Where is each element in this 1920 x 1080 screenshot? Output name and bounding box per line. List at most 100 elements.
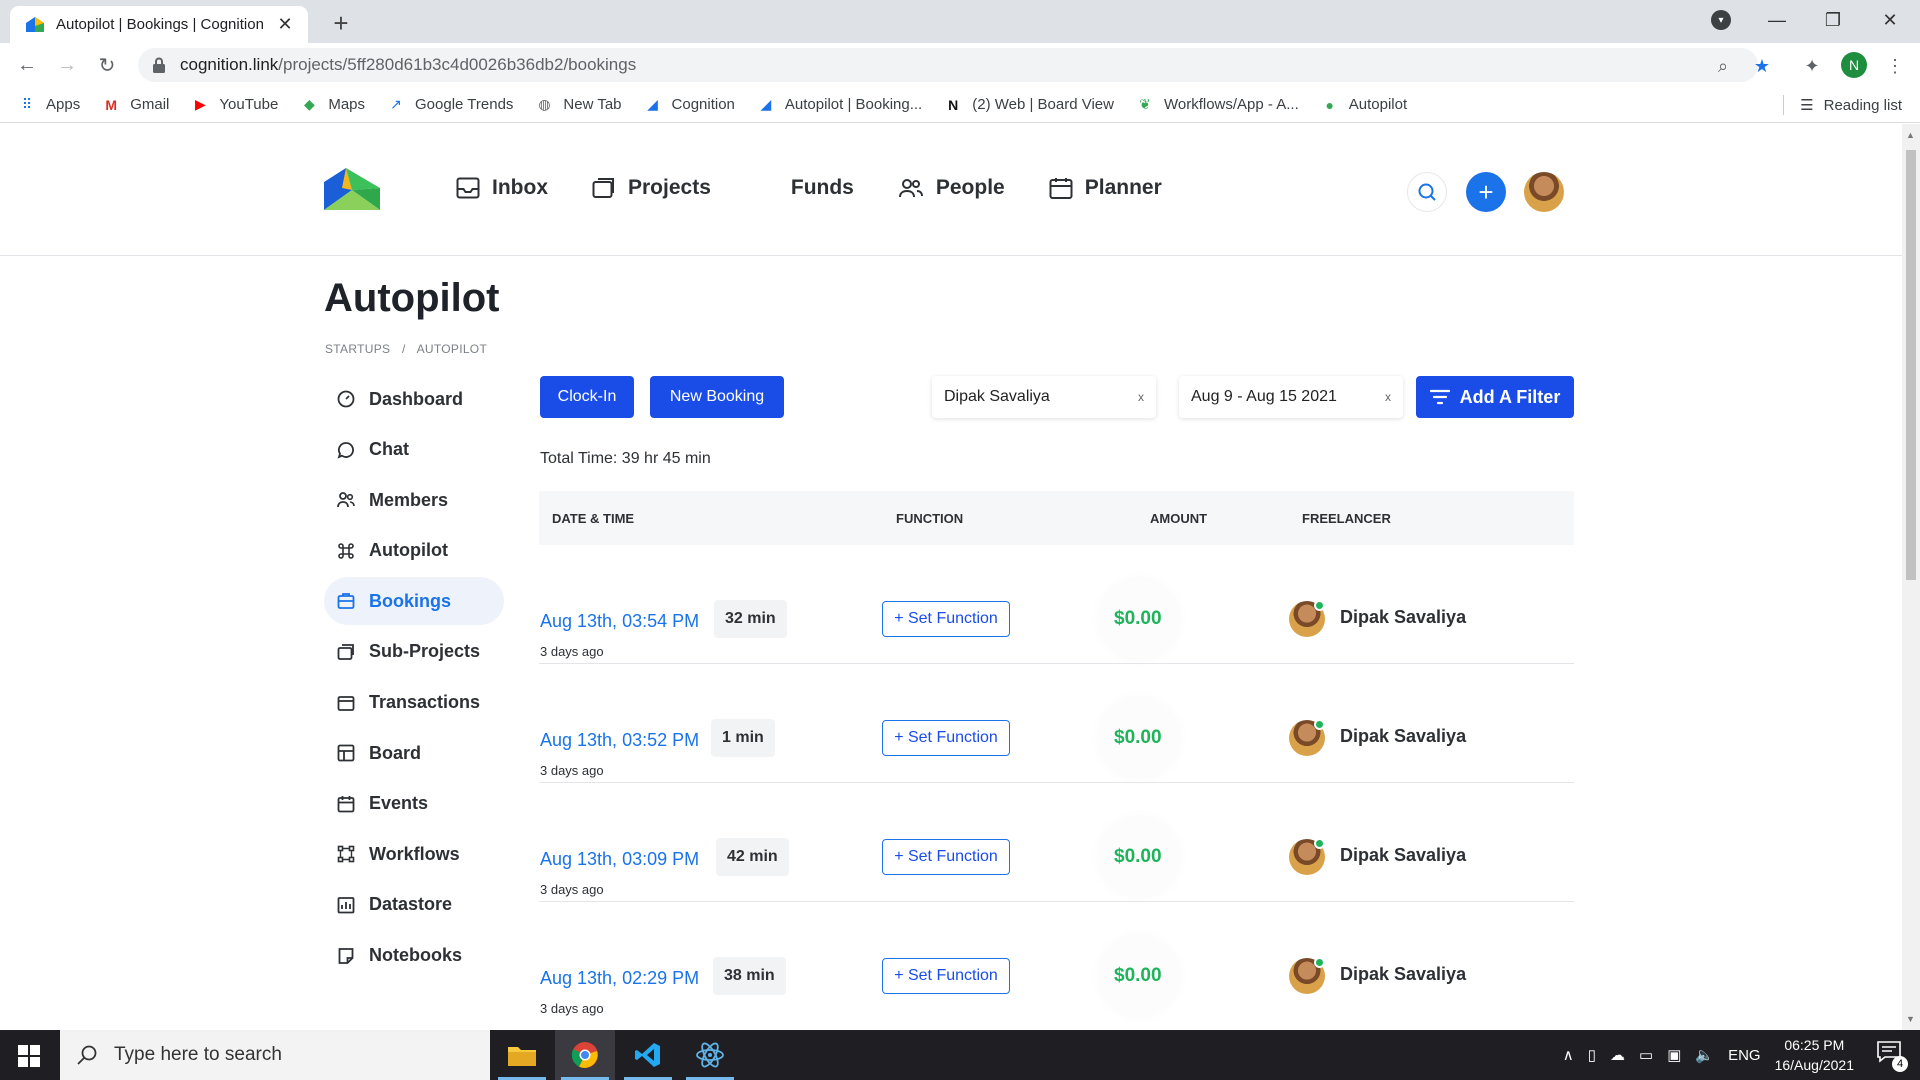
address-bar[interactable]: cognition.link/projects/5ff280d61b3c4d00… [138,48,1758,82]
action-center-button[interactable]: 4 [1876,1040,1908,1072]
atom-icon [696,1042,724,1068]
new-booking-button[interactable]: New Booking [650,376,784,418]
sidebar-item-events[interactable]: Events [324,780,504,828]
browser-menu-icon[interactable]: ⋮ [1882,53,1908,79]
reading-list[interactable]: ☰ Reading list [1783,87,1902,123]
sidebar-item-bookings[interactable]: Bookings [324,577,504,626]
table-row[interactable]: Aug 13th, 03:09 PM 42 min 3 days ago + S… [539,783,1574,902]
add-filter-button[interactable]: Add A Filter [1416,376,1574,418]
taskbar-file-explorer[interactable] [492,1030,552,1080]
tab-close-icon[interactable]: ✕ [274,14,296,35]
freelancer-name[interactable]: Dipak Savaliya [1340,607,1466,628]
url-path: /projects/5ff280d61b3c4d0026b36db2/booki… [278,55,637,74]
bookmark-cognition[interactable]: ◢ Cognition [644,96,735,114]
set-function-button[interactable]: + Set Function [882,958,1010,994]
sidebar-item-members[interactable]: Members [324,476,504,524]
bookmark-autopilot-booking[interactable]: ◢ Autopilot | Booking... [757,96,923,114]
booking-datetime[interactable]: Aug 13th, 03:09 PM [540,849,699,870]
bookmark-gmail[interactable]: M Gmail [102,96,169,114]
battery-icon[interactable]: ▭ [1639,1046,1653,1064]
booking-datetime[interactable]: Aug 13th, 03:54 PM [540,611,699,632]
sidebar-item-transactions[interactable]: Transactions [324,679,504,727]
bookmark-google-trends[interactable]: ↗ Google Trends [387,96,513,114]
volume-icon[interactable]: 🔈 [1695,1046,1714,1064]
restore-icon[interactable]: ❐ [1805,0,1861,40]
set-function-button[interactable]: + Set Function [882,720,1010,756]
nav-inbox[interactable]: Inbox [456,176,548,200]
zoom-icon[interactable]: ⌕ [1710,53,1736,79]
cognition-logo-icon[interactable] [324,168,380,214]
booking-amount: $0.00 [1114,727,1162,748]
sidebar-item-sub-projects[interactable]: Sub-Projects [324,628,504,676]
minimize-icon[interactable]: — [1749,0,1805,40]
taskbar-chrome[interactable] [555,1030,615,1080]
bookmark-workflows[interactable]: ❦ Workflows/App - A... [1136,96,1299,114]
back-icon[interactable]: ← [12,51,42,79]
header-search-button[interactable] [1407,172,1447,212]
network-icon[interactable]: ▣ [1667,1046,1681,1064]
bookmark-apps[interactable]: ⠿ Apps [18,96,80,114]
browser-tab[interactable]: Autopilot | Bookings | Cognition ✕ [10,6,308,43]
tab-search-icon[interactable]: ▾ [1711,10,1731,30]
bookmark-autopilot[interactable]: ● Autopilot [1321,96,1408,114]
breadcrumb-autopilot[interactable]: AUTOPILOT [417,342,488,356]
freelancer-filter-value: Dipak Savaliya [944,388,1050,405]
bookmark-notion-board[interactable]: N (2) Web | Board View [944,96,1114,114]
taskbar-search-box[interactable]: Type here to search [60,1030,490,1080]
clock-in-button[interactable]: Clock-In [540,376,634,418]
bookmark-new-tab[interactable]: ◍ New Tab [535,96,621,114]
scrollbar-thumb[interactable] [1906,150,1916,580]
online-status-dot [1314,719,1325,730]
new-tab-button[interactable]: + [324,6,358,40]
taskbar-clock[interactable]: 06:25 PM 16/Aug/2021 [1775,1035,1854,1075]
bookmark-youtube[interactable]: ▶ YouTube [191,96,278,114]
scroll-down-icon[interactable]: ▼ [1906,1014,1915,1024]
forward-icon[interactable]: → [52,51,82,79]
sidebar-item-chat[interactable]: Chat [324,426,504,474]
scroll-up-icon[interactable]: ▲ [1906,130,1915,140]
clear-freelancer-filter-icon[interactable]: x [1138,390,1144,404]
nav-planner[interactable]: Planner [1049,176,1162,200]
device-icon[interactable]: ▯ [1588,1046,1596,1064]
reload-icon[interactable]: ↻ [92,51,122,79]
table-row[interactable]: Aug 13th, 02:29 PM 38 min 3 days ago + S… [539,902,1574,1021]
breadcrumb-startups[interactable]: STARTUPS [325,342,390,356]
clear-date-filter-icon[interactable]: x [1385,390,1391,404]
extensions-icon[interactable]: ✦ [1799,53,1825,79]
language-indicator[interactable]: ENG [1728,1047,1761,1064]
taskbar-electron-app[interactable] [680,1030,740,1080]
sidebar-item-workflows[interactable]: Workflows [324,830,504,878]
window-close-icon[interactable]: ✕ [1862,0,1918,40]
header-add-button[interactable]: + [1466,172,1506,212]
show-hidden-icons-icon[interactable]: ∧ [1563,1046,1574,1064]
windows-start-icon[interactable] [18,1045,40,1067]
freelancer-name[interactable]: Dipak Savaliya [1340,964,1466,985]
sidebar-item-dashboard[interactable]: Dashboard [324,375,504,423]
date-range-filter[interactable]: Aug 9 - Aug 15 2021 x [1179,376,1403,418]
taskbar-vscode[interactable] [618,1030,678,1080]
freelancer-filter[interactable]: Dipak Savaliya x [932,376,1156,418]
bookmark-maps[interactable]: ◆ Maps [300,96,365,114]
freelancer-name[interactable]: Dipak Savaliya [1340,726,1466,747]
table-row[interactable]: Aug 13th, 03:52 PM 1 min 3 days ago + Se… [539,664,1574,783]
set-function-button[interactable]: + Set Function [882,839,1010,875]
table-row[interactable]: Aug 13th, 03:54 PM 32 min 3 days ago + S… [539,545,1574,664]
sidebar-item-board[interactable]: Board [324,729,504,777]
nav-projects[interactable]: Projects [592,176,711,200]
booking-datetime[interactable]: Aug 13th, 02:29 PM [540,968,699,989]
sidebar-item-autopilot[interactable]: Autopilot [324,527,504,575]
booking-datetime[interactable]: Aug 13th, 03:52 PM [540,730,699,751]
page-content: Inbox Projects Funds People Planner + Au [0,124,1902,1030]
tab-title: Autopilot | Bookings | Cognition [56,16,264,33]
profile-avatar[interactable]: N [1841,52,1867,78]
user-avatar[interactable] [1524,172,1564,212]
bookmark-star-icon[interactable]: ★ [1749,53,1775,79]
page-scrollbar[interactable]: ▲ ▼ [1902,124,1920,1030]
freelancer-name[interactable]: Dipak Savaliya [1340,845,1466,866]
sidebar-item-notebooks[interactable]: Notebooks [324,932,504,980]
nav-funds[interactable]: Funds [791,176,854,200]
set-function-button[interactable]: + Set Function [882,601,1010,637]
sidebar-item-datastore[interactable]: Datastore [324,881,504,929]
nav-people[interactable]: People [898,176,1005,200]
onedrive-icon[interactable]: ☁ [1610,1046,1625,1064]
